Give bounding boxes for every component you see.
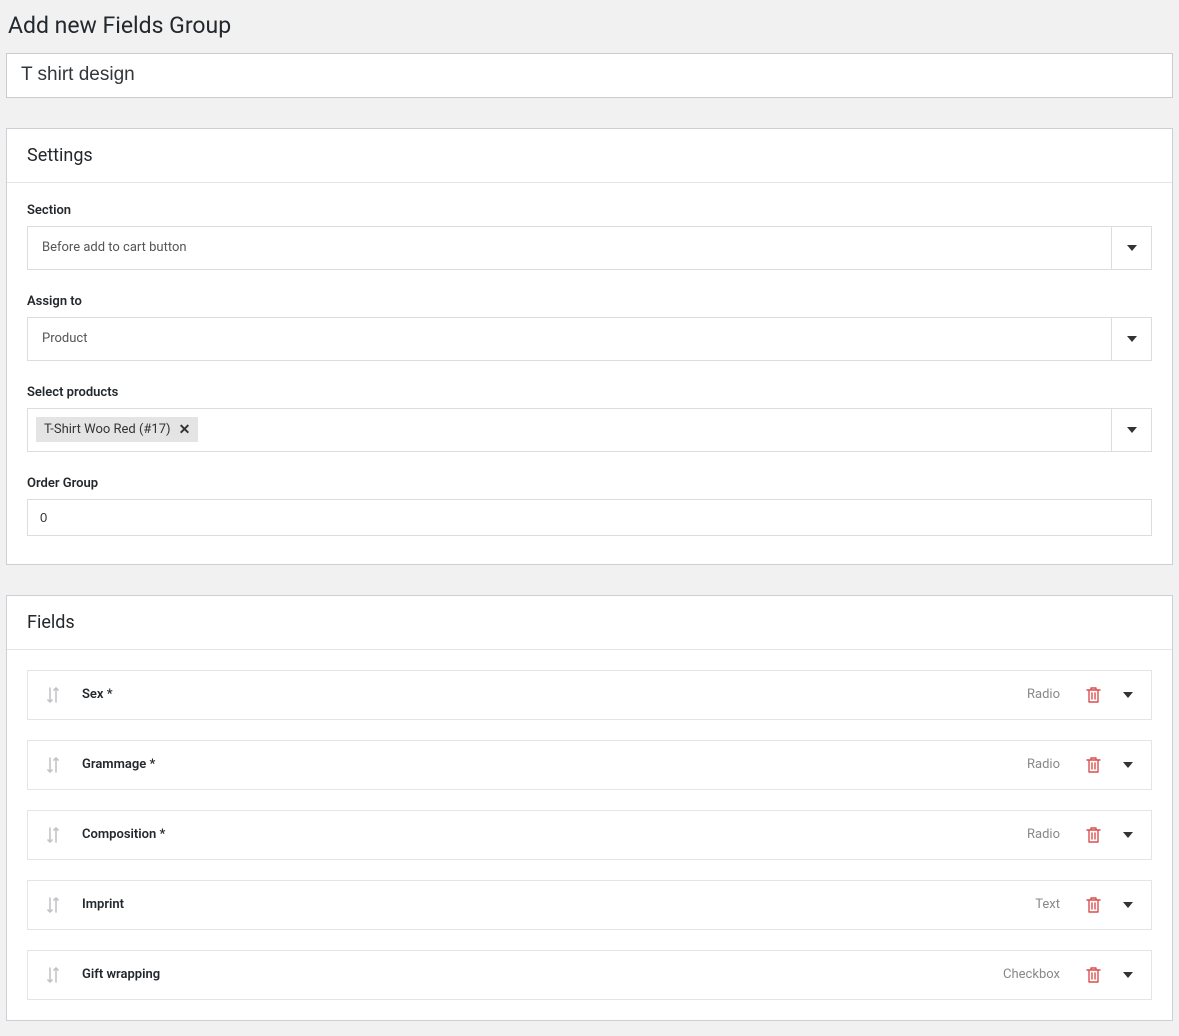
field-row: Grammage * Radio: [27, 740, 1152, 790]
drag-handle-icon[interactable]: [46, 757, 60, 773]
section-group: Section Before add to cart button: [27, 203, 1152, 270]
chevron-down-icon[interactable]: [1123, 692, 1133, 698]
settings-panel-header: Settings: [7, 129, 1172, 183]
assign-select[interactable]: Product: [27, 317, 1152, 361]
field-name: Grammage *: [82, 757, 1027, 772]
settings-heading: Settings: [27, 145, 1152, 166]
field-type: Radio: [1027, 757, 1060, 772]
drag-handle-icon[interactable]: [46, 967, 60, 983]
chevron-down-icon[interactable]: [1123, 972, 1133, 978]
field-name: Sex *: [82, 687, 1027, 702]
order-label: Order Group: [27, 476, 1152, 491]
select-products-group: Select products T-Shirt Woo Red (#17) ✕: [27, 385, 1152, 452]
field-row: Gift wrapping Checkbox: [27, 950, 1152, 1000]
field-type: Text: [1035, 897, 1060, 912]
field-name: Imprint: [82, 897, 1035, 912]
order-group: Order Group: [27, 476, 1152, 536]
settings-panel-body: Section Before add to cart button Assign…: [7, 183, 1172, 564]
trash-icon[interactable]: [1086, 897, 1101, 913]
settings-panel: Settings Section Before add to cart butt…: [6, 128, 1173, 565]
section-label: Section: [27, 203, 1152, 218]
page-title: Add new Fields Group: [8, 12, 1173, 39]
section-value: Before add to cart button: [28, 227, 1111, 269]
field-row: Imprint Text: [27, 880, 1152, 930]
group-title-input[interactable]: [6, 53, 1173, 98]
fields-heading: Fields: [27, 612, 1152, 633]
chevron-down-icon[interactable]: [1111, 409, 1151, 451]
field-name: Composition *: [82, 827, 1027, 842]
trash-icon[interactable]: [1086, 967, 1101, 983]
section-select[interactable]: Before add to cart button: [27, 226, 1152, 270]
chevron-down-icon[interactable]: [1111, 318, 1151, 360]
products-select[interactable]: T-Shirt Woo Red (#17) ✕: [27, 408, 1152, 452]
field-type: Radio: [1027, 827, 1060, 842]
product-tag: T-Shirt Woo Red (#17) ✕: [36, 417, 198, 442]
chevron-down-icon[interactable]: [1123, 762, 1133, 768]
chevron-down-icon[interactable]: [1111, 227, 1151, 269]
select-products-label: Select products: [27, 385, 1152, 400]
field-row: Composition * Radio: [27, 810, 1152, 860]
drag-handle-icon[interactable]: [46, 827, 60, 843]
field-type: Checkbox: [1003, 967, 1060, 982]
order-input[interactable]: [27, 499, 1152, 536]
chevron-down-icon[interactable]: [1123, 902, 1133, 908]
assign-group: Assign to Product: [27, 294, 1152, 361]
field-type: Radio: [1027, 687, 1060, 702]
trash-icon[interactable]: [1086, 757, 1101, 773]
field-row: Sex * Radio: [27, 670, 1152, 720]
product-tag-label: T-Shirt Woo Red (#17): [44, 422, 171, 437]
assign-value: Product: [28, 318, 1111, 360]
fields-panel: Fields Sex * Radio Grammage * Radio: [6, 595, 1173, 1021]
field-name: Gift wrapping: [82, 967, 1003, 982]
close-icon[interactable]: ✕: [179, 423, 191, 437]
fields-panel-body: Sex * Radio Grammage * Radio: [7, 650, 1172, 1020]
fields-panel-header: Fields: [7, 596, 1172, 650]
products-value: T-Shirt Woo Red (#17) ✕: [28, 409, 1111, 451]
trash-icon[interactable]: [1086, 827, 1101, 843]
assign-label: Assign to: [27, 294, 1152, 309]
drag-handle-icon[interactable]: [46, 687, 60, 703]
drag-handle-icon[interactable]: [46, 897, 60, 913]
chevron-down-icon[interactable]: [1123, 832, 1133, 838]
trash-icon[interactable]: [1086, 687, 1101, 703]
